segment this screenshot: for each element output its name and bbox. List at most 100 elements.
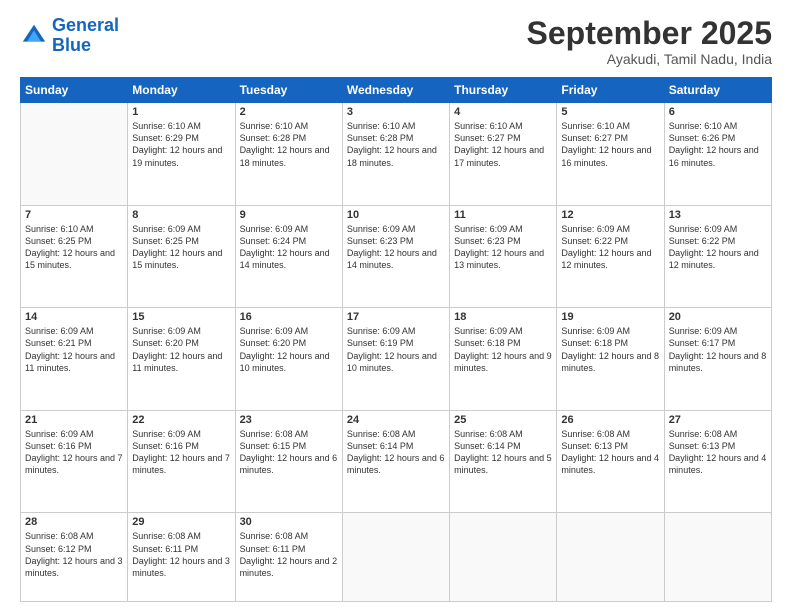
table-row: 10 Sunrise: 6:09 AMSunset: 6:23 PMDaylig…	[342, 205, 449, 308]
table-row: 15 Sunrise: 6:09 AMSunset: 6:20 PMDaylig…	[128, 308, 235, 411]
col-friday: Friday	[557, 78, 664, 103]
day-number: 11	[454, 209, 552, 221]
day-info: Sunrise: 6:09 AMSunset: 6:21 PMDaylight:…	[25, 325, 123, 374]
table-row: 6 Sunrise: 6:10 AMSunset: 6:26 PMDayligh…	[664, 103, 771, 206]
table-row: 7 Sunrise: 6:10 AMSunset: 6:25 PMDayligh…	[21, 205, 128, 308]
day-number: 21	[25, 414, 123, 426]
day-info: Sunrise: 6:08 AMSunset: 6:14 PMDaylight:…	[454, 428, 552, 477]
header: General Blue September 2025 Ayakudi, Tam…	[20, 16, 772, 67]
logo-line1: General	[52, 15, 119, 35]
day-info: Sunrise: 6:08 AMSunset: 6:12 PMDaylight:…	[25, 530, 123, 579]
logo-line2: Blue	[52, 35, 91, 55]
col-tuesday: Tuesday	[235, 78, 342, 103]
day-number: 26	[561, 414, 659, 426]
day-info: Sunrise: 6:09 AMSunset: 6:24 PMDaylight:…	[240, 223, 338, 272]
table-row: 24 Sunrise: 6:08 AMSunset: 6:14 PMDaylig…	[342, 410, 449, 513]
day-number: 3	[347, 106, 445, 118]
day-info: Sunrise: 6:08 AMSunset: 6:14 PMDaylight:…	[347, 428, 445, 477]
day-info: Sunrise: 6:10 AMSunset: 6:28 PMDaylight:…	[240, 120, 338, 169]
day-number: 13	[669, 209, 767, 221]
day-info: Sunrise: 6:10 AMSunset: 6:27 PMDaylight:…	[561, 120, 659, 169]
table-row: 23 Sunrise: 6:08 AMSunset: 6:15 PMDaylig…	[235, 410, 342, 513]
table-row	[450, 513, 557, 602]
day-info: Sunrise: 6:10 AMSunset: 6:27 PMDaylight:…	[454, 120, 552, 169]
day-info: Sunrise: 6:09 AMSunset: 6:22 PMDaylight:…	[669, 223, 767, 272]
table-row: 27 Sunrise: 6:08 AMSunset: 6:13 PMDaylig…	[664, 410, 771, 513]
table-row: 4 Sunrise: 6:10 AMSunset: 6:27 PMDayligh…	[450, 103, 557, 206]
day-number: 12	[561, 209, 659, 221]
day-number: 18	[454, 311, 552, 323]
table-row: 11 Sunrise: 6:09 AMSunset: 6:23 PMDaylig…	[450, 205, 557, 308]
day-info: Sunrise: 6:09 AMSunset: 6:18 PMDaylight:…	[454, 325, 552, 374]
day-number: 2	[240, 106, 338, 118]
day-info: Sunrise: 6:08 AMSunset: 6:11 PMDaylight:…	[240, 530, 338, 579]
day-number: 25	[454, 414, 552, 426]
day-number: 24	[347, 414, 445, 426]
day-info: Sunrise: 6:10 AMSunset: 6:25 PMDaylight:…	[25, 223, 123, 272]
table-row: 3 Sunrise: 6:10 AMSunset: 6:28 PMDayligh…	[342, 103, 449, 206]
day-info: Sunrise: 6:09 AMSunset: 6:19 PMDaylight:…	[347, 325, 445, 374]
logo-text: General Blue	[52, 16, 119, 56]
col-monday: Monday	[128, 78, 235, 103]
day-info: Sunrise: 6:09 AMSunset: 6:17 PMDaylight:…	[669, 325, 767, 374]
logo-icon	[20, 22, 48, 50]
table-row: 1 Sunrise: 6:10 AMSunset: 6:29 PMDayligh…	[128, 103, 235, 206]
day-number: 29	[132, 516, 230, 528]
day-info: Sunrise: 6:08 AMSunset: 6:11 PMDaylight:…	[132, 530, 230, 579]
day-info: Sunrise: 6:08 AMSunset: 6:13 PMDaylight:…	[669, 428, 767, 477]
day-number: 10	[347, 209, 445, 221]
table-row: 28 Sunrise: 6:08 AMSunset: 6:12 PMDaylig…	[21, 513, 128, 602]
day-number: 1	[132, 106, 230, 118]
col-thursday: Thursday	[450, 78, 557, 103]
day-number: 30	[240, 516, 338, 528]
table-row: 30 Sunrise: 6:08 AMSunset: 6:11 PMDaylig…	[235, 513, 342, 602]
table-row: 26 Sunrise: 6:08 AMSunset: 6:13 PMDaylig…	[557, 410, 664, 513]
day-info: Sunrise: 6:10 AMSunset: 6:26 PMDaylight:…	[669, 120, 767, 169]
table-row: 25 Sunrise: 6:08 AMSunset: 6:14 PMDaylig…	[450, 410, 557, 513]
page: General Blue September 2025 Ayakudi, Tam…	[0, 0, 792, 612]
day-number: 4	[454, 106, 552, 118]
title-block: September 2025 Ayakudi, Tamil Nadu, Indi…	[527, 16, 772, 67]
day-info: Sunrise: 6:09 AMSunset: 6:20 PMDaylight:…	[132, 325, 230, 374]
table-row: 20 Sunrise: 6:09 AMSunset: 6:17 PMDaylig…	[664, 308, 771, 411]
table-row: 17 Sunrise: 6:09 AMSunset: 6:19 PMDaylig…	[342, 308, 449, 411]
table-row: 18 Sunrise: 6:09 AMSunset: 6:18 PMDaylig…	[450, 308, 557, 411]
day-info: Sunrise: 6:09 AMSunset: 6:23 PMDaylight:…	[454, 223, 552, 272]
day-number: 14	[25, 311, 123, 323]
table-row: 9 Sunrise: 6:09 AMSunset: 6:24 PMDayligh…	[235, 205, 342, 308]
day-info: Sunrise: 6:09 AMSunset: 6:20 PMDaylight:…	[240, 325, 338, 374]
day-number: 27	[669, 414, 767, 426]
day-number: 15	[132, 311, 230, 323]
table-row: 19 Sunrise: 6:09 AMSunset: 6:18 PMDaylig…	[557, 308, 664, 411]
table-row	[664, 513, 771, 602]
day-number: 8	[132, 209, 230, 221]
day-info: Sunrise: 6:08 AMSunset: 6:15 PMDaylight:…	[240, 428, 338, 477]
day-number: 6	[669, 106, 767, 118]
col-sunday: Sunday	[21, 78, 128, 103]
location: Ayakudi, Tamil Nadu, India	[527, 51, 772, 67]
day-info: Sunrise: 6:09 AMSunset: 6:25 PMDaylight:…	[132, 223, 230, 272]
table-row	[557, 513, 664, 602]
day-number: 9	[240, 209, 338, 221]
table-row: 5 Sunrise: 6:10 AMSunset: 6:27 PMDayligh…	[557, 103, 664, 206]
day-info: Sunrise: 6:09 AMSunset: 6:23 PMDaylight:…	[347, 223, 445, 272]
table-row: 8 Sunrise: 6:09 AMSunset: 6:25 PMDayligh…	[128, 205, 235, 308]
day-info: Sunrise: 6:10 AMSunset: 6:29 PMDaylight:…	[132, 120, 230, 169]
table-row: 2 Sunrise: 6:10 AMSunset: 6:28 PMDayligh…	[235, 103, 342, 206]
day-number: 5	[561, 106, 659, 118]
logo: General Blue	[20, 16, 119, 56]
table-row	[21, 103, 128, 206]
day-number: 22	[132, 414, 230, 426]
table-row: 13 Sunrise: 6:09 AMSunset: 6:22 PMDaylig…	[664, 205, 771, 308]
day-info: Sunrise: 6:09 AMSunset: 6:16 PMDaylight:…	[132, 428, 230, 477]
day-info: Sunrise: 6:09 AMSunset: 6:22 PMDaylight:…	[561, 223, 659, 272]
table-row: 21 Sunrise: 6:09 AMSunset: 6:16 PMDaylig…	[21, 410, 128, 513]
col-wednesday: Wednesday	[342, 78, 449, 103]
day-number: 17	[347, 311, 445, 323]
calendar-table: Sunday Monday Tuesday Wednesday Thursday…	[20, 77, 772, 602]
day-number: 7	[25, 209, 123, 221]
day-info: Sunrise: 6:09 AMSunset: 6:18 PMDaylight:…	[561, 325, 659, 374]
table-row: 29 Sunrise: 6:08 AMSunset: 6:11 PMDaylig…	[128, 513, 235, 602]
day-number: 16	[240, 311, 338, 323]
day-number: 19	[561, 311, 659, 323]
